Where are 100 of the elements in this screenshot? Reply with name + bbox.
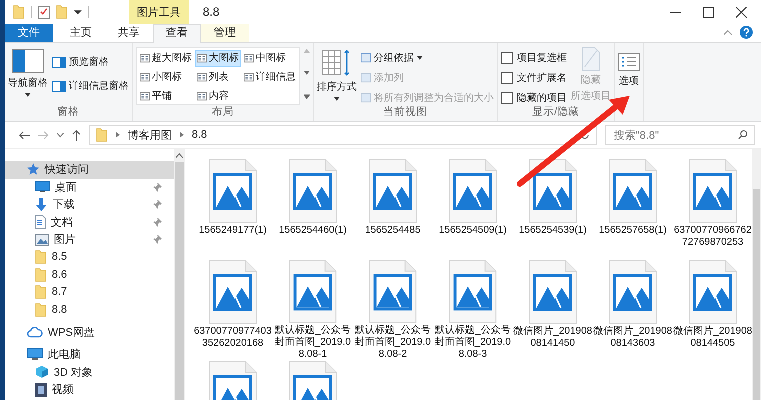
- image-file[interactable]: 6370077096676272769870253: [673, 159, 752, 260]
- image-file[interactable]: 1565254509(1): [433, 159, 513, 260]
- nav-item[interactable]: 下载: [5, 196, 174, 214]
- image-file[interactable]: 1565254485: [353, 159, 433, 260]
- file-name: 微信图片_20190808141450: [513, 326, 593, 350]
- view-icon: [140, 92, 150, 101]
- context-tab-title: 图片工具: [129, 0, 189, 24]
- breadcrumb[interactable]: 博客用图: [128, 128, 172, 142]
- file-name: 6370077096676272769870253: [673, 225, 752, 249]
- view-command[interactable]: 分组依据: [361, 51, 494, 65]
- computer-icon: [27, 348, 43, 362]
- image-file-icon: [609, 260, 657, 324]
- up-arrow-icon[interactable]: [72, 130, 81, 140]
- layout-option[interactable]: 详细信息: [242, 69, 298, 86]
- folder-icon: [96, 128, 108, 142]
- back-arrow-icon[interactable]: [19, 130, 30, 140]
- nav-item[interactable]: 文档: [5, 214, 174, 231]
- layout-option[interactable]: 内容: [195, 88, 241, 105]
- options-button[interactable]: 选项: [618, 47, 640, 90]
- nav-item[interactable]: WPS网盘: [5, 324, 174, 341]
- file-name: 1565254485: [364, 225, 422, 237]
- image-file[interactable]: 1565254460(1): [273, 159, 353, 260]
- image-file[interactable]: 微信图片_20190808141450: [513, 260, 593, 361]
- scrollbar-thumb[interactable]: [753, 189, 760, 400]
- image-file-icon: [689, 260, 737, 324]
- ribbon-tab[interactable]: 共享: [105, 24, 153, 42]
- view-command: 添加列: [361, 71, 494, 85]
- view-icon: [244, 73, 254, 82]
- help-icon[interactable]: [740, 26, 753, 39]
- ribbon-tab[interactable]: 主页: [57, 24, 105, 42]
- maximize-icon[interactable]: [703, 6, 714, 18]
- layout-option[interactable]: 列表: [195, 69, 241, 86]
- view-icon: [140, 73, 150, 82]
- image-file-icon: [369, 260, 417, 323]
- checkbox[interactable]: [501, 52, 513, 64]
- nav-item[interactable]: 此电脑: [5, 346, 174, 364]
- nav-item[interactable]: 3D 对象: [5, 364, 174, 381]
- file-name: 1565249177(1): [198, 225, 268, 237]
- image-file[interactable]: 默认标题_公众号封面首图_2019.08.08-3: [433, 260, 513, 361]
- picture-icon: [35, 234, 49, 246]
- image-file[interactable]: 微信图片_20190808143603: [593, 260, 673, 361]
- image-file[interactable]: 6370077097740335262020168: [193, 260, 273, 361]
- file-name: 微信图片_20190808144505: [673, 326, 752, 350]
- star-icon: [27, 163, 40, 176]
- view-command: 将所有列调整为合适的大小: [361, 91, 494, 105]
- ribbon-tab[interactable]: 文件: [5, 24, 53, 42]
- address-bar[interactable]: 博客用图 8.8: [89, 125, 597, 145]
- image-file[interactable]: 微信图片_20190808144505: [673, 260, 752, 361]
- scroll-up-icon[interactable]: [176, 153, 183, 158]
- chevron-icon: [180, 132, 184, 138]
- ribbon-tab[interactable]: 查看: [153, 24, 201, 43]
- pane-button[interactable]: 详细信息窗格: [52, 79, 129, 93]
- nav-item[interactable]: 快速访问: [5, 161, 174, 178]
- scroll-down-icon[interactable]: [304, 71, 310, 75]
- image-file[interactable]: 默认标题_公众号封面首图_2019.08.08-2: [353, 260, 433, 361]
- caret-icon[interactable]: [74, 9, 82, 15]
- nav-item[interactable]: 视频: [5, 381, 174, 398]
- scrollbar-thumb[interactable]: [175, 162, 184, 400]
- group-label: 布局: [211, 105, 235, 120]
- sort-button[interactable]: 排序方式: [317, 47, 357, 105]
- image-file-icon: [209, 260, 257, 324]
- group-label: 显示/隐藏: [532, 105, 580, 120]
- button-label: 隐藏: [581, 74, 601, 87]
- folder-icon: [35, 285, 47, 300]
- checkbox-label: 项目复选框: [517, 52, 567, 65]
- image-file-icon: [289, 260, 337, 323]
- layout-option[interactable]: 中图标: [242, 50, 298, 67]
- layout-option[interactable]: 平铺: [138, 88, 194, 105]
- folder-icon: [35, 302, 47, 317]
- nav-item[interactable]: 8.8: [5, 301, 174, 318]
- ribbon-tab[interactable]: 管理: [201, 24, 249, 42]
- pane-button[interactable]: 预览窗格: [52, 55, 129, 69]
- nav-item[interactable]: 桌面: [5, 178, 174, 196]
- checkbox-label: 隐藏的项目: [517, 92, 567, 105]
- expand-gallery-icon[interactable]: [304, 93, 310, 99]
- close-icon[interactable]: [736, 6, 747, 18]
- image-file[interactable]: 1565254539(1): [513, 159, 593, 260]
- layout-option[interactable]: 超大图标: [138, 50, 194, 67]
- layout-option[interactable]: 小图标: [138, 69, 194, 86]
- image-file[interactable]: 1565249177(1): [193, 159, 273, 260]
- caret-icon: [25, 93, 31, 97]
- image-file[interactable]: 默认标题_公众号封面首图_2019.08.08-1: [273, 260, 353, 361]
- nav-item[interactable]: 8.6: [5, 266, 174, 284]
- navigation-pane-button[interactable]: 导航窗格: [8, 47, 48, 105]
- nav-item[interactable]: 8.7: [5, 284, 174, 301]
- nav-item[interactable]: 图片: [5, 231, 174, 248]
- group-label: 当前视图: [382, 105, 428, 120]
- collapse-ribbon-icon[interactable]: [724, 30, 732, 36]
- button-label: 所选项目: [571, 90, 611, 103]
- image-file[interactable]: 1565257658(1): [593, 159, 673, 260]
- image-file-icon: [449, 260, 497, 323]
- layout-option[interactable]: 大图标: [195, 50, 241, 67]
- folder-icon: [35, 250, 47, 264]
- breadcrumb[interactable]: 8.8: [192, 129, 208, 141]
- nav-item[interactable]: 8.5: [5, 248, 174, 266]
- checkbox[interactable]: [501, 92, 513, 104]
- search-field[interactable]: 搜索"8.8": [605, 125, 755, 145]
- checkbox[interactable]: [501, 72, 513, 84]
- pane-layout-icon: [12, 49, 44, 73]
- image-file-icon: [209, 159, 257, 223]
